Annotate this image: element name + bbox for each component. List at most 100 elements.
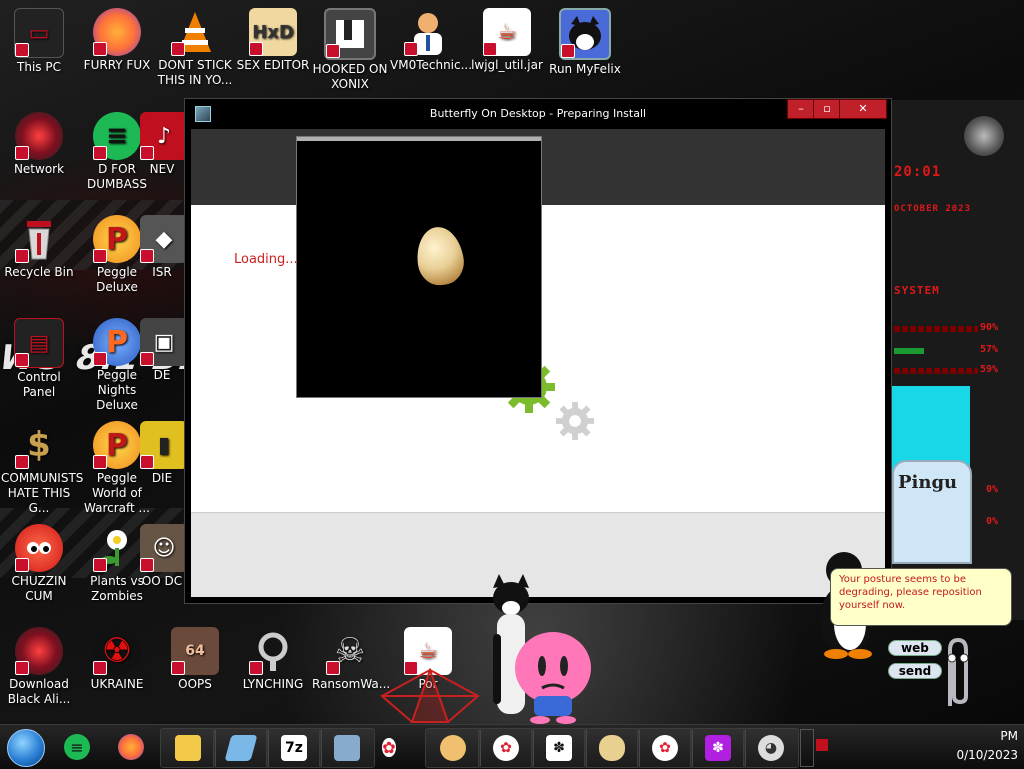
desktop-icon-oops[interactable]: 64 OOPS [157, 621, 233, 692]
java-icon: ☕ [483, 8, 531, 56]
taskbar-paw-purple[interactable]: ✽ [690, 728, 746, 768]
desktop-icon-download-black-ali[interactable]: Download Black Ali... [1, 621, 77, 707]
send-button[interactable]: send [888, 663, 942, 679]
desktop-icon-hooked-on-xonix[interactable]: HOOKED ON XONIX [312, 2, 388, 92]
desktop-icon-die[interactable]: ▮ DIE [140, 415, 184, 486]
7zip-icon: 7z [281, 735, 307, 761]
taskbar-mouse[interactable]: ◕ [743, 728, 799, 768]
peggle-icon: P [93, 215, 141, 263]
desktop-icon-recycle-bin[interactable]: Recycle Bin [1, 209, 77, 280]
widget-percent: 59% [979, 364, 998, 375]
loading-text: Loading... [234, 252, 298, 267]
desktop-icon-vlc[interactable]: DONT STICK THIS IN YO... [157, 2, 233, 88]
taskbar-notepad[interactable] [213, 728, 269, 768]
widget-bar [894, 326, 978, 332]
tray-alert-icon[interactable] [816, 739, 828, 751]
minimize-button[interactable]: – [787, 99, 815, 119]
desktop-icon-label: Network [13, 162, 65, 176]
web-button[interactable]: web [888, 640, 942, 656]
window-titlebar[interactable]: Butterfly On Desktop - Preparing Install… [185, 99, 891, 129]
alienware-orb-icon [15, 627, 63, 675]
desktop-icon-isr[interactable]: ◆ ISR [140, 209, 184, 280]
pyramid-sprite [380, 668, 480, 723]
close-button[interactable]: ✕ [839, 99, 887, 119]
desktop-icon-furry-fux[interactable]: FURRY FUX [79, 2, 155, 73]
taskbar-media[interactable] [319, 728, 375, 768]
desktop-icon-lynching[interactable]: LYNCHING [235, 621, 311, 692]
paw-icon: ✽ [546, 735, 572, 761]
desktop-icon-network[interactable]: Network [1, 106, 77, 177]
desktop-icon-label: This PC [17, 60, 61, 74]
desktop-icon-de[interactable]: ▣ DE [140, 312, 184, 383]
app-icon: ▣ [140, 318, 184, 366]
taskbar-pinned-spotify[interactable]: ≡ [60, 731, 94, 763]
taskbar-character[interactable] [425, 728, 481, 768]
desktop-icon-label: Run MyFelix [549, 62, 621, 76]
radiation-icon: ☢ [93, 627, 141, 675]
app-icon: ☺ [140, 524, 184, 572]
desktop-icon-run-myfelix[interactable]: Run MyFelix [547, 2, 623, 77]
desktop-icon-chuzzin[interactable]: CHUZZIN CUM [1, 518, 77, 604]
desktop-icon-sex-editor[interactable]: HxD SEX EDITOR [235, 2, 311, 73]
taskbar-scroll-control[interactable] [800, 729, 814, 767]
desktop: WS 8.1 BLAC ▭ This PC FURRY FUX DONT STI… [0, 0, 1024, 724]
alienware-orb-icon [15, 112, 63, 160]
egg-sprite-icon [413, 224, 467, 288]
desktop-icon-control-panel[interactable]: ▤ Control Panel [1, 312, 77, 400]
desktop-icon-vm0technic[interactable]: VM0Technic... [390, 2, 473, 73]
widget-percent: 0% [985, 484, 998, 495]
hello-kitty-icon: ✿ [493, 735, 519, 761]
hello-kitty-icon: ✿ [652, 735, 678, 761]
hello-kitty-icon: ✿ [382, 737, 396, 757]
widget-percent: 57% [979, 344, 998, 355]
clock-time: PM [1000, 729, 1018, 743]
desktop-icon-label: DE [153, 368, 171, 382]
desktop-icon-oo-dc[interactable]: ☺ OO DC [140, 518, 184, 589]
desktop-icon-ransomware[interactable]: ☠ RansomWa... [312, 621, 391, 692]
desktop-icon-label: RansomWa... [312, 677, 391, 691]
desktop-icon-lwjgl-util-jar[interactable]: ☕ lwjgl_util.jar [469, 2, 545, 73]
start-button[interactable] [7, 729, 45, 767]
window-title: Butterfly On Desktop - Preparing Install [429, 107, 647, 120]
clock-date: 0/10/2023 [956, 748, 1018, 762]
media-icon [334, 735, 360, 761]
computer-icon: ▭ [14, 8, 64, 58]
desktop-icon-label: NEV [149, 162, 175, 176]
taskbar-file-explorer[interactable] [160, 728, 216, 768]
maximize-button[interactable]: ▫ [813, 99, 841, 119]
app-icon: ♪ [140, 112, 184, 160]
taskbar-bread[interactable] [584, 728, 640, 768]
splash-top-strip [297, 137, 541, 141]
clippy-assistant-icon[interactable] [938, 636, 978, 712]
spotify-icon: ≡ [64, 734, 90, 760]
desktop-icon-label: HOOKED ON XONIX [312, 62, 388, 91]
desktop-icon-communists[interactable]: $ COMMUNISTS HATE THIS G... [1, 415, 84, 516]
taskbar-clock[interactable]: PM 0/10/2023 [946, 727, 1018, 765]
paw-purple-icon: ✽ [705, 735, 731, 761]
desktop-icon-label: VM0Technic... [390, 58, 473, 72]
recycle-bin-icon [15, 215, 63, 263]
desktop-icon-ukraine[interactable]: ☢ UKRAINE [79, 621, 155, 692]
pingu-card-title: Pingu [898, 472, 958, 493]
desktop-icon-label: COMMUNISTS HATE THIS G... [1, 471, 84, 515]
control-panel-icon: ▤ [14, 318, 64, 368]
alien-head-icon [964, 116, 1004, 156]
desktop-icon-nev[interactable]: ♪ NEV [140, 106, 184, 177]
firefox-icon [93, 8, 141, 56]
desktop-icon-this-pc[interactable]: ▭ This PC [1, 2, 77, 75]
gray-gear-icon [555, 401, 595, 441]
portrait-icon: 64 [171, 627, 219, 675]
taskbar-hello-kitty-2[interactable]: ✿ [478, 728, 534, 768]
taskbar-hello-kitty-3[interactable]: ✿ [637, 728, 693, 768]
taskbar-7zip[interactable]: 7z [266, 728, 322, 768]
taskbar-hello-kitty[interactable]: ✿ [372, 731, 406, 763]
chuzzle-icon [15, 524, 63, 572]
taskbar-pinned-firefox[interactable] [114, 731, 148, 763]
desktop-icon-label: OOPS [178, 677, 212, 691]
widget-bar [894, 348, 924, 354]
game-icon [324, 8, 376, 60]
spotify-icon: ≡ [93, 112, 141, 160]
desktop-icon-label: FURRY FUX [83, 58, 151, 72]
taskbar-paw[interactable]: ✽ [531, 728, 587, 768]
widget-bar [894, 368, 978, 374]
